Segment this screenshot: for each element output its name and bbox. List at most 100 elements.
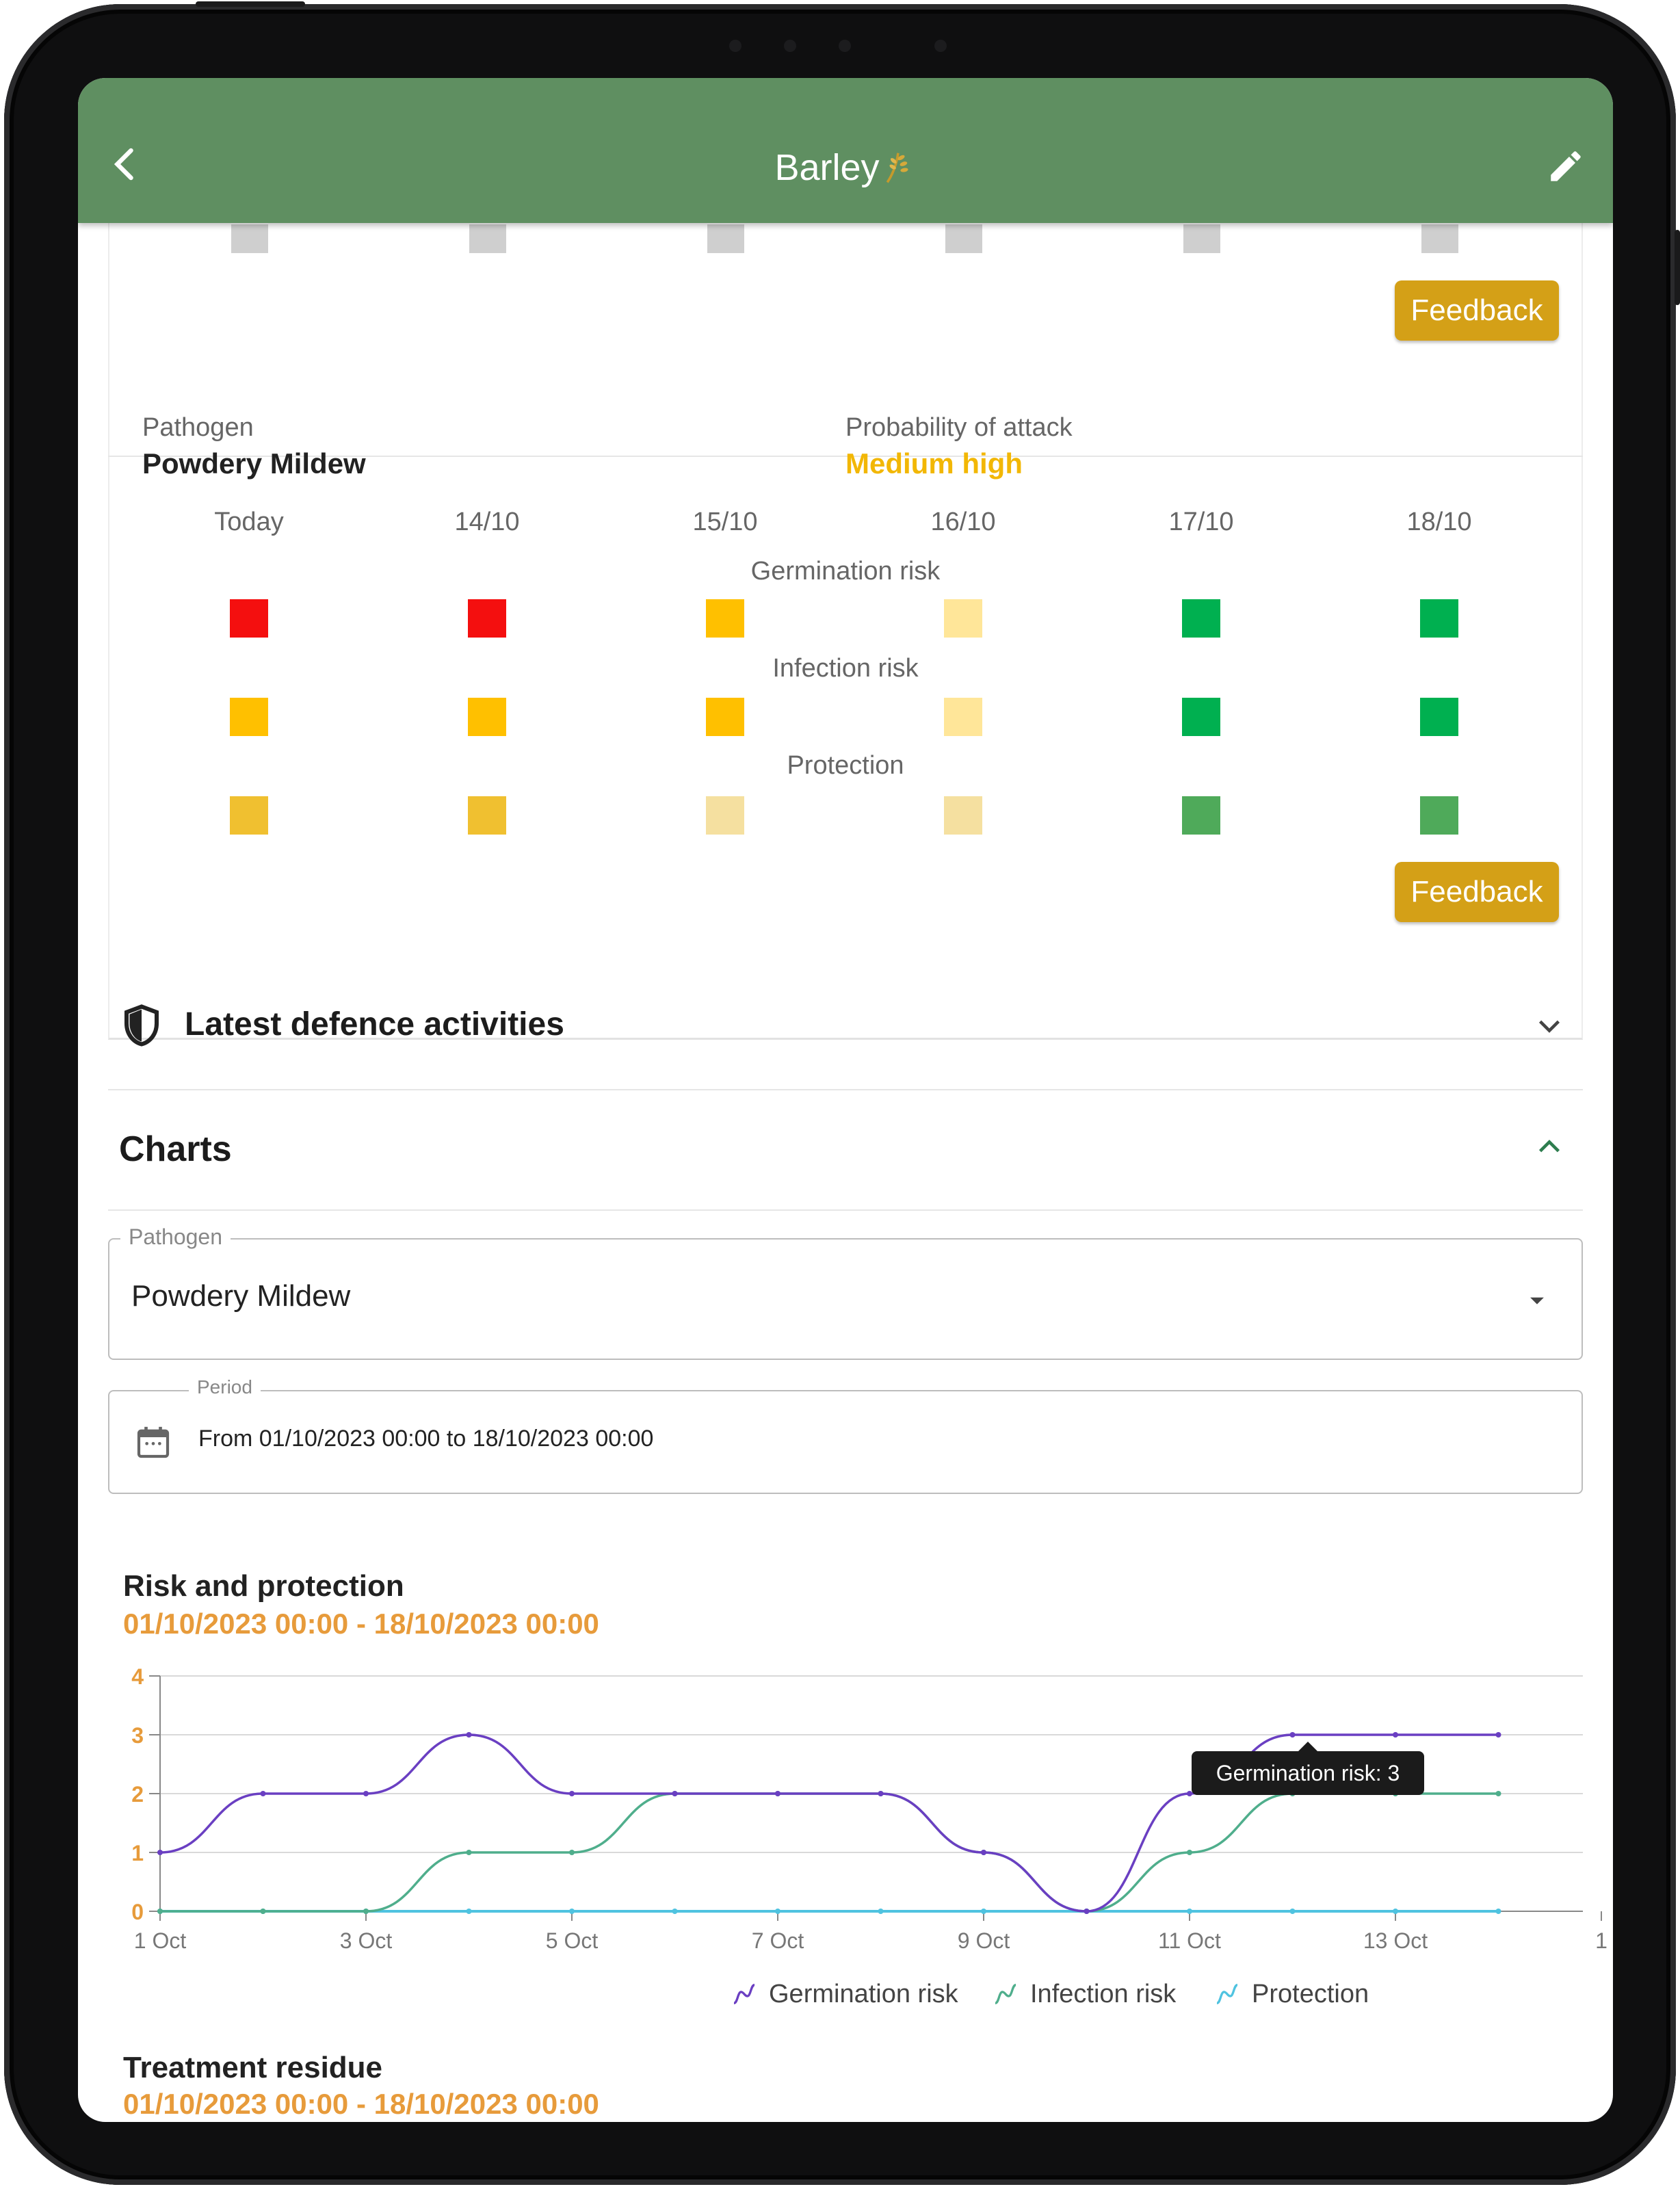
chart-tooltip: Germination risk: 3 <box>1192 1742 1424 1795</box>
data-point <box>878 1909 884 1914</box>
day-header: 18/10 <box>1406 508 1472 536</box>
section-divider <box>108 1089 1583 1090</box>
day-header: 14/10 <box>454 508 520 536</box>
risk-square <box>1420 599 1458 638</box>
chart-date-range: 01/10/2023 00:00 - 18/10/2023 00:00 <box>123 2088 599 2120</box>
pathogen-name: Powdery Mildew <box>142 447 366 480</box>
risk-square <box>231 224 268 253</box>
risk-square <box>707 224 744 253</box>
pathogen-select-label: Pathogen <box>120 1224 231 1250</box>
risk-square <box>469 224 506 253</box>
feedback-button[interactable]: Feedback <box>1395 280 1559 341</box>
risk-square <box>945 224 982 253</box>
dropdown-arrow-icon[interactable] <box>1525 1289 1549 1312</box>
pathogen-select[interactable]: Pathogen Powdery Mildew <box>108 1224 1583 1360</box>
data-point <box>981 1909 986 1914</box>
risk-square <box>706 599 744 638</box>
period-value: From 01/10/2023 00:00 to 18/10/2023 00:0… <box>198 1426 654 1452</box>
data-point <box>569 1909 575 1914</box>
scroll-content[interactable]: Feedback Pathogen Powdery Mildew Probabi… <box>78 78 1613 2122</box>
x-tick-label: 7 Oct <box>752 1928 804 1953</box>
risk-square <box>468 698 506 736</box>
data-point <box>1393 1909 1398 1914</box>
risk-protection-chart[interactable]: 0 1 2 3 4 1 Oct 3 Oct 5 Oct 7 Oct 9 Oct 11 Oct 13 O… <box>78 1658 1613 2089</box>
risk-square <box>944 698 982 736</box>
risk-square <box>706 796 744 835</box>
data-point <box>878 1791 884 1796</box>
legend-label: Germination risk <box>769 1980 958 2008</box>
risk-square <box>230 796 268 835</box>
period-field[interactable]: Period From 01/10/2023 00:00 to 18/10/20… <box>108 1376 1583 1494</box>
chart-title: Risk and protection <box>123 1569 404 1603</box>
edit-pencil-icon[interactable] <box>1546 146 1586 186</box>
data-point <box>775 1791 780 1796</box>
data-point <box>775 1909 780 1914</box>
page-title-text: Barley <box>774 147 880 188</box>
y-tick-label: 2 <box>131 1782 144 1807</box>
risk-square <box>1420 796 1458 835</box>
tablet-frame: Feedback Pathogen Powdery Mildew Probabi… <box>4 1 1680 2185</box>
app-screen: Feedback Pathogen Powdery Mildew Probabi… <box>78 78 1613 2122</box>
data-point <box>1084 1909 1090 1914</box>
y-tick-label: 1 <box>131 1841 144 1865</box>
feedback-button[interactable]: Feedback <box>1395 862 1559 922</box>
legend-line-icon <box>995 1984 1016 2004</box>
chevron-down-icon[interactable] <box>1534 1010 1565 1041</box>
data-point <box>260 1909 266 1914</box>
x-tick-label: 13 Oct <box>1363 1928 1428 1953</box>
data-point <box>569 1850 575 1855</box>
camera-bar <box>729 34 948 57</box>
data-point <box>981 1850 986 1855</box>
pathogen-label: Pathogen <box>142 413 254 442</box>
data-point <box>672 1791 678 1796</box>
risk-square <box>1183 224 1220 253</box>
x-tick-label: 9 Oct <box>958 1928 1010 1953</box>
shield-icon <box>124 1004 159 1047</box>
pathogen-card <box>108 457 1583 1040</box>
data-point <box>157 1850 163 1855</box>
data-point <box>1289 1909 1296 1914</box>
risk-square <box>944 599 982 638</box>
y-tick-label: 0 <box>131 1900 144 1924</box>
data-point <box>1289 1732 1296 1738</box>
volume-button <box>1675 230 1680 305</box>
data-point <box>260 1791 266 1796</box>
data-point <box>672 1909 678 1914</box>
data-point <box>466 1909 472 1914</box>
risk-row-title: Infection risk <box>772 654 919 683</box>
pathogen-select-value: Powdery Mildew <box>131 1279 351 1313</box>
data-point <box>1393 1732 1398 1738</box>
data-point <box>466 1732 472 1738</box>
risk-square <box>1182 796 1220 835</box>
day-header: 17/10 <box>1168 508 1234 536</box>
legend-item[interactable]: Protection <box>1212 1980 1369 2009</box>
day-header: Today <box>214 508 284 536</box>
x-tick-label: 3 Oct <box>340 1928 393 1953</box>
calendar-icon[interactable] <box>134 1423 172 1461</box>
risk-row-title: Germination risk <box>750 557 941 586</box>
data-point <box>1495 1791 1501 1796</box>
day-header: 15/10 <box>692 508 758 536</box>
data-point <box>157 1909 163 1914</box>
app-bar: Barley <box>78 78 1613 223</box>
data-point <box>466 1850 472 1855</box>
defence-section-title: Latest defence activities <box>185 1006 564 1043</box>
legend-line-icon <box>1216 1984 1238 2004</box>
probability-label: Probability of attack <box>845 413 1073 442</box>
section-divider <box>108 1209 1583 1211</box>
risk-square <box>468 599 506 638</box>
data-point <box>569 1791 575 1796</box>
x-tick-label: 1 <box>1595 1928 1607 1953</box>
data-point <box>1495 1732 1501 1738</box>
chevron-up-icon[interactable] <box>1534 1131 1565 1163</box>
chart-title: Treatment residue <box>123 2051 383 2084</box>
legend-item[interactable]: Infection risk <box>990 1980 1176 2009</box>
x-tick-label: 5 Oct <box>546 1928 599 1953</box>
page-title: Barley <box>78 146 1613 189</box>
x-tick-label: 1 Oct <box>134 1928 187 1953</box>
legend-label: Protection <box>1252 1980 1369 2008</box>
risk-square <box>230 599 268 638</box>
risk-square <box>230 698 268 736</box>
risk-square <box>706 698 744 736</box>
legend-item[interactable]: Germination risk <box>729 1980 958 2009</box>
